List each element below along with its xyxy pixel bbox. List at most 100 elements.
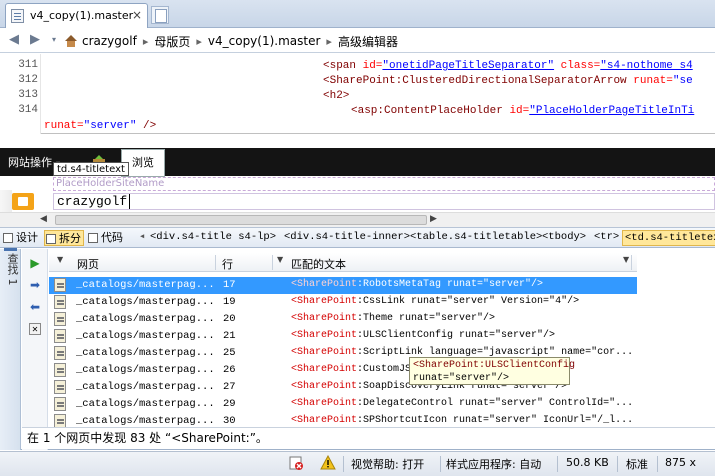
tag-selector-item-selected[interactable]: <td.s4-titletext <box>622 230 715 246</box>
style-application-status[interactable]: 样式应用程序: 自动 <box>446 456 541 472</box>
column-divider[interactable] <box>215 255 216 270</box>
code-token: "s4-nothome s4 <box>600 60 693 72</box>
match-prefix: <SharePoint <box>291 347 358 358</box>
result-page: _catalogs/masterpag... <box>76 415 215 427</box>
tab-v4-copy-master[interactable]: v4_copy(1).master × <box>5 3 148 28</box>
match-rest: SPShortcutIcon runat="server" IconUrl="/… <box>363 415 634 426</box>
site-title-text: crazygolf <box>57 194 128 209</box>
split-view-button[interactable]: 拆分 <box>44 230 84 246</box>
run-find-icon[interactable]: ▶ <box>29 257 41 269</box>
rendering-mode-status[interactable]: 标准 <box>626 456 648 472</box>
result-row[interactable]: _catalogs/masterpag... 19 <SharePoint:CssL… <box>49 294 637 311</box>
result-line: 30 <box>223 415 236 427</box>
back-arrow-icon[interactable]: ◀ <box>6 32 22 48</box>
compatibility-warning-icon[interactable] <box>320 454 336 474</box>
stop-find-icon[interactable]: ✕ <box>29 323 41 335</box>
match-rest: ULSClientConfig runat="server"/> <box>363 330 556 341</box>
next-result-icon[interactable]: ➡ <box>29 279 41 291</box>
find-panel-toolbar: ▶ ➡ ⬅ ✕ <box>22 249 48 450</box>
design-view-label: 设计 <box>16 231 38 244</box>
tag-selector-item[interactable]: <tbody> <box>542 230 586 246</box>
result-match: <SharePoint:Theme runat="server"/> <box>291 313 495 324</box>
result-row-selected[interactable]: _catalogs/masterpag... 17 <SharePoint:Robo… <box>49 277 637 294</box>
line-number: 311 <box>18 59 38 71</box>
result-page: _catalogs/masterpag... <box>76 381 215 393</box>
tag-scroll-left-icon[interactable]: ◂ <box>139 230 145 246</box>
find-results-panel: 查找 1 ▶ ➡ ⬅ ✕ ▼ 网页 行 ▼ 匹配的文本 ▼ _catalogs/… <box>0 248 715 450</box>
result-match: <SharePoint:CustomJS <box>291 364 411 375</box>
result-page: _catalogs/masterpag... <box>76 279 215 291</box>
master-page-file-icon <box>54 312 66 326</box>
sort-indicator-icon: ▼ <box>277 255 284 264</box>
breadcrumb-item-file[interactable]: v4_copy(1).master <box>208 34 321 48</box>
code-line: <asp:ContentPlaceHolder id="PlaceHolderP… <box>351 104 694 118</box>
master-page-file-icon <box>54 329 66 343</box>
breadcrumb-separator: ▸ <box>196 34 202 48</box>
result-match: <SharePoint:ULSClientConfig runat="serve… <box>291 330 555 341</box>
scrollbar-thumb[interactable] <box>55 215 427 225</box>
master-page-icon <box>11 9 24 23</box>
line-number: 312 <box>18 74 38 86</box>
code-line: runat="server" /> <box>44 119 156 133</box>
find-summary: 在 1 个网页中发现 83 处 “<SharePoint:”。 <box>22 427 715 449</box>
master-page-file-icon <box>54 278 66 292</box>
tag-selector-item[interactable]: <table.s4-titletable> <box>410 230 542 246</box>
match-rest: Theme runat="server"/> <box>363 313 496 324</box>
match-tooltip: <SharePoint:ULSClientConfig runat="serve… <box>409 357 575 385</box>
master-page-file-icon <box>54 397 66 411</box>
column-divider[interactable] <box>272 255 273 270</box>
find-panel-side-tab-label: 查找 1 <box>6 253 19 286</box>
breadcrumb-item-site[interactable]: crazygolf <box>82 34 137 48</box>
page-size-status[interactable]: 875 x <box>665 456 696 469</box>
text-cursor <box>129 194 131 209</box>
match-prefix: <SharePoint <box>291 313 358 324</box>
result-row[interactable]: _catalogs/masterpag... 21 <SharePoint:ULSC… <box>49 328 637 345</box>
result-match: <SharePoint:DelegateControl runat="serve… <box>291 398 633 409</box>
new-tab-button[interactable] <box>151 6 169 24</box>
master-page-file-icon <box>54 295 66 309</box>
result-page: _catalogs/masterpag... <box>76 313 215 325</box>
close-tab-icon[interactable]: × <box>132 8 142 22</box>
column-header-matched-text[interactable]: 匹配的文本 <box>291 256 346 272</box>
design-horizontal-scrollbar[interactable]: ◀ ▶ <box>0 212 715 227</box>
code-view-button[interactable]: 代码 <box>87 230 125 246</box>
match-rest: CssLink runat="server" Version="4"/> <box>363 296 580 307</box>
result-line: 20 <box>223 313 236 325</box>
scroll-right-icon[interactable]: ▶ <box>430 214 437 224</box>
forward-arrow-icon[interactable]: ▶ <box>27 32 43 48</box>
code-line: <span id="onetidPageTitleSeparator" clas… <box>323 59 693 73</box>
code-token: runat= <box>44 120 84 132</box>
tag-selector-item[interactable]: <div.s4-title-inner> <box>284 230 410 246</box>
result-line: 26 <box>223 364 236 376</box>
line-number-gutter: 311 312 313 314 <box>0 54 41 134</box>
result-match: <SharePoint:CssLink runat="server" Versi… <box>291 296 579 307</box>
column-header-page[interactable]: 网页 <box>77 256 99 272</box>
code-editor[interactable]: 311 312 313 314 <span id="onetidPageTitl… <box>0 54 715 134</box>
tag-selector-item[interactable]: <tr> <box>594 230 619 246</box>
site-title-field[interactable]: crazygolf <box>53 193 715 210</box>
column-divider[interactable] <box>631 255 632 270</box>
result-row[interactable]: _catalogs/masterpag... 29 <SharePoint:Dele… <box>49 396 637 413</box>
breadcrumb: crazygolf ▸ 母版页 ▸ v4_copy(1).master ▸ 高级… <box>64 33 398 49</box>
match-prefix: <SharePoint <box>291 330 358 341</box>
breadcrumb-item-advanced-editor[interactable]: 高级编辑器 <box>338 33 398 50</box>
results-header: ▼ 网页 行 ▼ 匹配的文本 ▼ <box>49 253 637 272</box>
result-page: _catalogs/masterpag... <box>76 347 215 359</box>
html-error-icon[interactable] <box>288 455 304 474</box>
history-dropdown-icon[interactable]: ▾ <box>46 32 62 48</box>
find-panel-side-tab[interactable]: 查找 1 <box>0 248 21 450</box>
design-view-button[interactable]: 设计 <box>2 230 40 246</box>
result-line: 19 <box>223 296 236 308</box>
scroll-left-icon[interactable]: ◀ <box>40 214 47 224</box>
tag-selector-item[interactable]: <div.s4-title s4-lp> <box>150 230 276 246</box>
code-token: "server" <box>83 120 144 132</box>
previous-result-icon[interactable]: ⬅ <box>29 301 41 313</box>
code-token: <SharePoint:ClusteredDirectionalSeparato… <box>323 75 634 87</box>
result-line: 27 <box>223 381 236 393</box>
navigation-bar: ◀ ▶ ▾ crazygolf ▸ 母版页 ▸ v4_copy(1).maste… <box>0 28 715 53</box>
visual-aids-status[interactable]: 视觉帮助: 打开 <box>351 456 424 472</box>
breadcrumb-item-master-pages[interactable]: 母版页 <box>154 33 190 50</box>
result-row[interactable]: _catalogs/masterpag... 20 <SharePoint:Them… <box>49 311 637 328</box>
column-header-line[interactable]: 行 <box>222 256 233 272</box>
match-rest: DelegateControl runat="server" ControlId… <box>363 398 634 409</box>
